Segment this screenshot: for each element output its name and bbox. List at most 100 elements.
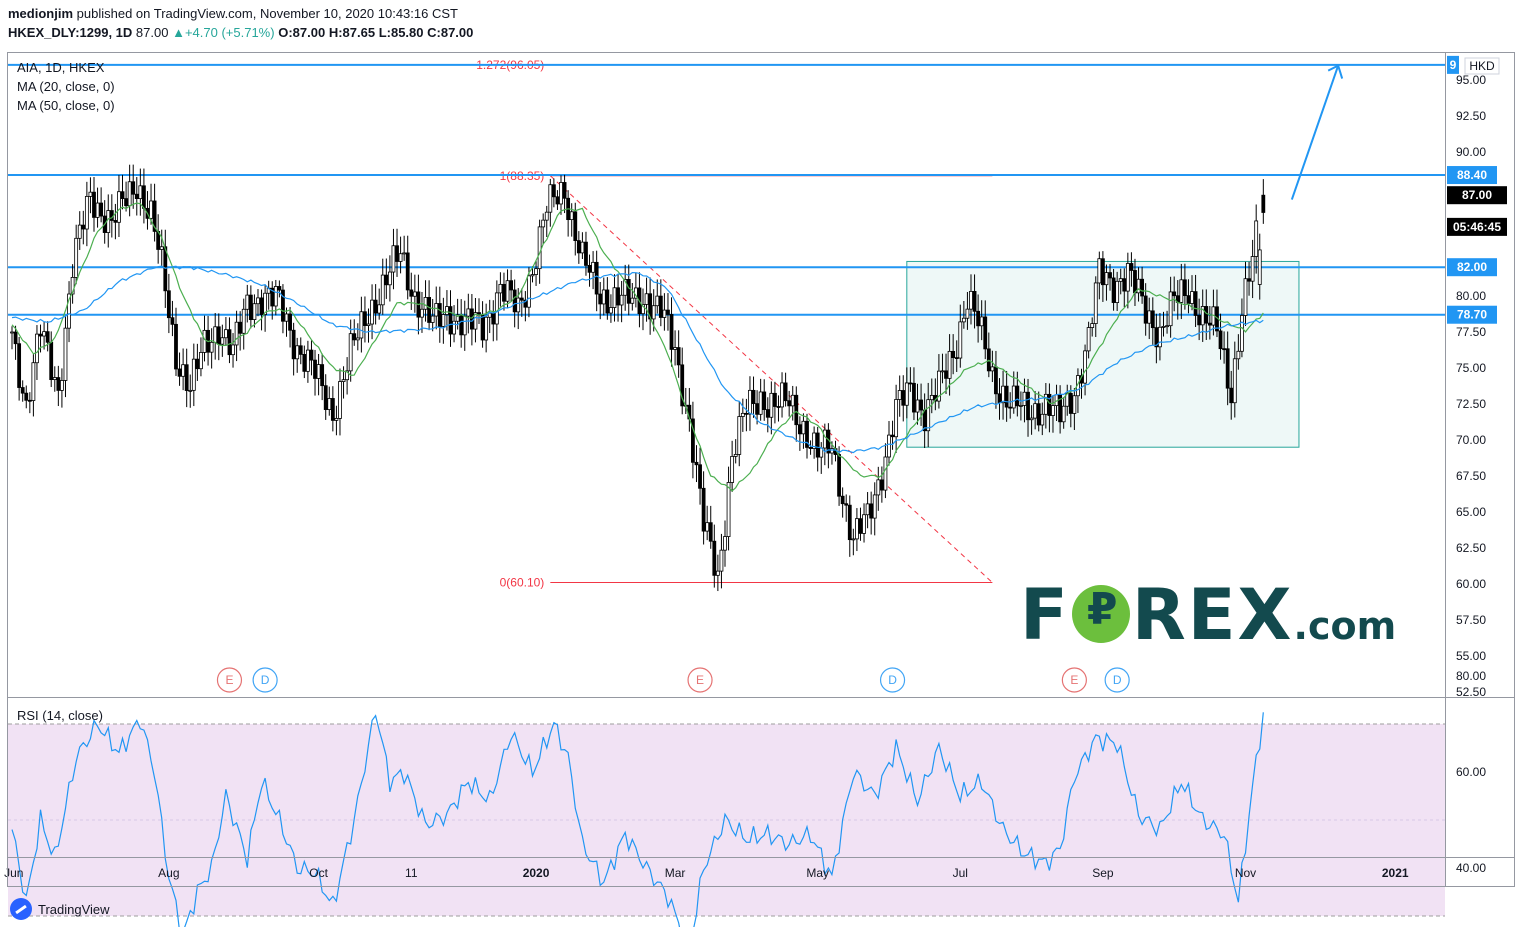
candle-body [166, 290, 171, 319]
ohlc-close: C:87.00 [427, 25, 474, 40]
currency-label: HKD [1469, 59, 1495, 73]
candle-body [1093, 282, 1098, 324]
candle-body [38, 333, 43, 337]
candle-body [366, 323, 371, 326]
candle-body [313, 359, 317, 379]
legend-symbol[interactable]: AIA, 1D, HKEX [17, 60, 104, 75]
tradingview-logo[interactable]: TradingView [10, 898, 110, 920]
price-tick-label: 90.00 [1456, 145, 1486, 159]
chart-canvas[interactable]: 1.272(96.05)1(88.35)0(60.10) EDEDED 95.0… [0, 0, 1523, 927]
candle-body [719, 549, 724, 572]
candle-body [117, 191, 121, 223]
candle-body [658, 295, 663, 318]
event-label: D [888, 673, 897, 687]
candle-body [295, 345, 300, 360]
candle-body [159, 246, 164, 250]
candle-body [1011, 385, 1016, 409]
candle-body [27, 399, 32, 402]
candle-body [801, 420, 806, 435]
candle-body [1207, 322, 1212, 326]
candle-body [965, 308, 970, 319]
candle-body [748, 389, 752, 415]
author-name[interactable]: medionjim [8, 6, 73, 21]
candle-body [63, 327, 68, 381]
candle-body [373, 299, 378, 314]
candle-body [177, 368, 182, 377]
price-change: +4.70 (+5.71%) [184, 25, 275, 40]
legend-ma50[interactable]: MA (50, close, 0) [17, 98, 115, 113]
candle-body [149, 200, 153, 219]
candle-body [445, 306, 449, 315]
candles [10, 164, 1266, 592]
time-tick-label: 2021 [1382, 866, 1409, 880]
event-label: E [1070, 673, 1078, 687]
earnings-marker: E [687, 667, 713, 693]
event-markers[interactable]: EDEDED [216, 667, 1130, 693]
candle-body [929, 394, 934, 401]
candle-body [594, 261, 599, 295]
candle-body [1168, 291, 1173, 327]
candle-body [530, 274, 535, 277]
candle-body [387, 271, 392, 286]
candle-body [894, 399, 899, 438]
candle-body [940, 370, 945, 373]
candle-body [983, 316, 988, 350]
candle-body [363, 311, 367, 326]
candle-body [494, 292, 499, 325]
candle-body [348, 333, 353, 372]
ohlc-low: L:85.80 [378, 25, 424, 40]
projection-arrow[interactable] [1290, 64, 1344, 200]
candle-body [666, 309, 670, 315]
candle-body [188, 389, 193, 392]
event-label: D [261, 673, 270, 687]
candle-body [288, 313, 292, 331]
candle-body [705, 522, 710, 532]
candle-body [555, 196, 560, 205]
candle-body [199, 352, 203, 370]
candle-body [131, 181, 136, 195]
candle-body [1001, 385, 1005, 404]
candle-body [484, 316, 489, 341]
price-axis[interactable]: 95.0092.5090.0085.0080.0077.5075.0072.50… [1456, 57, 1500, 699]
level-tag: 78.70 [1447, 305, 1497, 324]
legend-rsi[interactable]: RSI (14, close) [17, 708, 103, 723]
candle-body [1172, 291, 1177, 297]
candle-body [355, 337, 360, 341]
candle-body [919, 399, 923, 411]
level-tag-label: 78.70 [1457, 308, 1487, 322]
symbol-name[interactable]: HKEX_DLY:1299, 1D [8, 25, 132, 40]
candle-body [1136, 278, 1141, 294]
candle-body [619, 294, 624, 306]
candle-body [142, 185, 146, 209]
candle-body [516, 297, 521, 313]
legend-ma20[interactable]: MA (20, close, 0) [17, 79, 115, 94]
arrow-shaft [1290, 65, 1340, 200]
candle-body [441, 314, 446, 327]
candle-body [191, 358, 196, 391]
candle-body [49, 341, 54, 380]
candle-body [60, 380, 64, 391]
candle-body [359, 311, 364, 339]
price-tick-label: 67.50 [1456, 469, 1486, 483]
candle-body [1133, 270, 1137, 294]
candle-body [569, 211, 574, 221]
candle-body [787, 400, 792, 407]
candle-body [954, 357, 959, 360]
watermark-suffix: .com [1293, 604, 1397, 648]
candle-body [862, 514, 866, 534]
price-tick-label: 92.50 [1456, 109, 1486, 123]
candle-body [124, 198, 128, 207]
candle-body [976, 310, 981, 327]
candle-body [887, 434, 891, 458]
candle-body [951, 350, 956, 359]
candle-body [616, 287, 620, 306]
rsi-axis[interactable]: 80.0060.0040.0020.00 [1456, 669, 1486, 927]
candle-body [1140, 278, 1145, 297]
candle-body [298, 345, 303, 355]
candle-body [904, 382, 909, 406]
candle-body [769, 392, 774, 418]
candle-body [537, 226, 542, 270]
time-tick-label: Jul [953, 866, 968, 880]
candle-body [726, 482, 731, 537]
candle-body [1061, 405, 1066, 423]
